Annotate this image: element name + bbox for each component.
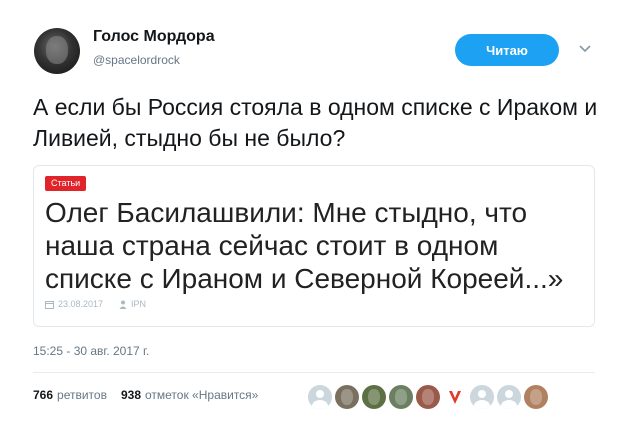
card-title[interactable]: Олег Басилашвили: Мне стыдно, что наша с…	[45, 196, 590, 295]
avatar-photo	[368, 389, 380, 405]
retweets-stat[interactable]: 766 ретвитов	[33, 388, 107, 402]
liker-avatar[interactable]	[389, 385, 413, 409]
card-meta: 23.08.2017 IPN	[45, 299, 146, 309]
avatar-body	[474, 400, 490, 409]
liker-avatar[interactable]	[416, 385, 440, 409]
calendar-icon	[45, 300, 54, 309]
tweet-timestamp[interactable]: 15:25 - 30 авг. 2017 г.	[33, 344, 149, 358]
user-handle[interactable]: @spacelordrock	[93, 53, 180, 67]
avatar-photo	[422, 389, 434, 405]
card-date: 23.08.2017	[58, 299, 104, 309]
liker-avatar[interactable]	[443, 385, 467, 409]
tweet: Голос Мордора @spacelordrock Читаю А есл…	[0, 0, 626, 423]
liker-avatar[interactable]	[308, 385, 332, 409]
avatar-body	[501, 400, 517, 409]
link-card[interactable]: Статьи Олег Басилашвили: Мне стыдно, что…	[33, 165, 595, 327]
chevron-down-icon[interactable]	[578, 42, 592, 56]
liker-avatars	[308, 385, 548, 409]
tweet-stats: 766 ретвитов 938 отметок «Нравится»	[33, 388, 266, 402]
avatar-photo	[530, 389, 542, 405]
divider	[33, 372, 595, 373]
liker-avatar[interactable]	[497, 385, 521, 409]
avatar-photo	[395, 389, 407, 405]
retweets-label: ретвитов	[57, 388, 107, 402]
avatar-head	[505, 390, 513, 398]
likes-stat[interactable]: 938 отметок «Нравится»	[121, 388, 258, 402]
likes-count: 938	[120, 388, 141, 402]
person-icon	[119, 300, 127, 309]
avatar-photo	[341, 389, 353, 405]
retweets-count: 766	[33, 388, 54, 402]
liker-avatar[interactable]	[524, 385, 548, 409]
tweet-text: А если бы Россия стояла в одном списке с…	[33, 94, 598, 151]
avatar-head	[478, 390, 486, 398]
avatar-body	[312, 400, 328, 409]
likes-label: отметок «Нравится»	[145, 388, 259, 402]
card-source: IPN	[131, 299, 147, 309]
user-avatar[interactable]	[34, 28, 80, 74]
liker-avatar[interactable]	[470, 385, 494, 409]
card-category-tag: Статьи	[45, 176, 87, 191]
avatar-face	[46, 36, 68, 64]
avatar-head	[316, 390, 324, 398]
v-logo-icon	[449, 391, 461, 404]
following-button[interactable]: Читаю	[455, 34, 559, 66]
liker-avatar[interactable]	[335, 385, 359, 409]
user-name[interactable]: Голос Мордора	[93, 28, 215, 46]
liker-avatar[interactable]	[362, 385, 386, 409]
